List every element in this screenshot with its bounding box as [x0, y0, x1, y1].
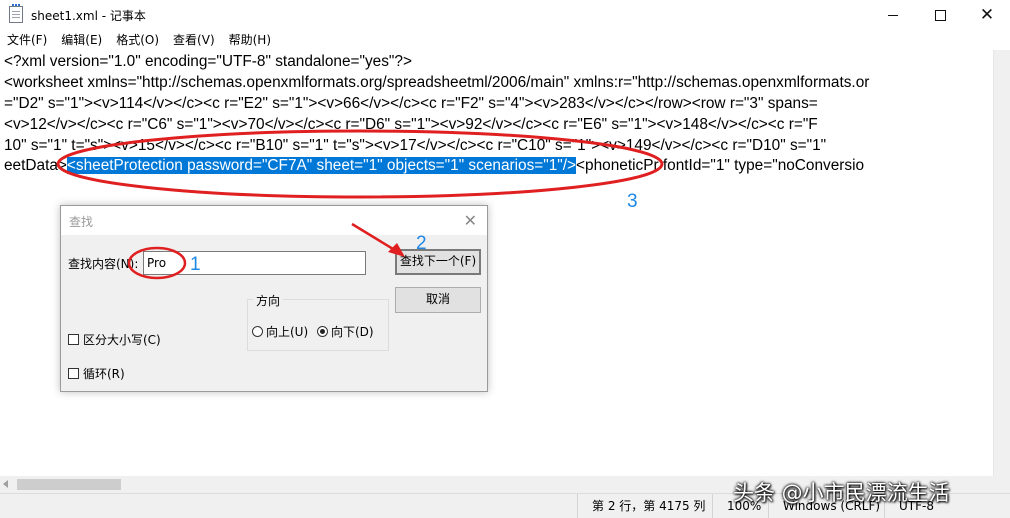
horizontal-scroll-thumb[interactable] — [17, 479, 121, 490]
match-case-checkbox[interactable] — [68, 334, 79, 345]
maximize-icon — [934, 9, 946, 21]
direction-title: 方向 — [253, 292, 284, 309]
find-next-button[interactable]: 查找下一个(F) — [395, 249, 481, 275]
annotation-number-3: 3 — [627, 191, 638, 212]
editor-line: <v>12</v></c><c r="C6" s="1"><v>70</v></… — [4, 116, 818, 133]
direction-up-option[interactable]: 向上(U) — [252, 323, 308, 340]
dialog-title-bar: 查找 ✕ — [61, 206, 487, 235]
line-text-before: eetData> — [4, 157, 67, 174]
find-what-label: 查找内容(N): — [68, 257, 139, 271]
menu-help[interactable]: 帮助(H) — [222, 30, 278, 50]
maximize-button[interactable] — [917, 0, 963, 30]
menu-bar: 文件(F) 编辑(E) 格式(O) 查看(V) 帮助(H) — [0, 30, 1010, 50]
menu-view[interactable]: 查看(V) — [166, 30, 222, 50]
editor-line: ="D2" s="1"><v>114</v></c><c r="E2" s="1… — [4, 95, 818, 112]
editor-line: <?xml version="1.0" encoding="UTF-8" sta… — [4, 53, 412, 70]
menu-edit[interactable]: 编辑(E) — [54, 30, 109, 50]
minimize-button[interactable] — [870, 0, 916, 30]
selected-text: <sheetProtection password="CF7A" sheet="… — [66, 157, 577, 174]
line-text-after: <phoneticPr fontId="1" type="noConversio — [576, 157, 865, 174]
editor-line-selected: eetData><sheetProtection password="CF7A"… — [4, 155, 864, 176]
close-icon: ✕ — [979, 4, 995, 25]
minimize-icon — [888, 14, 898, 16]
direction-down-option[interactable]: 向下(D) — [317, 323, 374, 340]
cursor-position: 第 2 行，第 4175 列 — [577, 494, 722, 518]
annotation-number-2: 2 — [416, 233, 427, 254]
menu-file[interactable]: 文件(F) — [0, 30, 54, 50]
match-case-option[interactable]: 区分大小写(C) — [68, 331, 161, 348]
annotation-number-1: 1 — [190, 254, 201, 275]
scroll-corner — [993, 476, 1010, 493]
find-what-input[interactable] — [143, 251, 366, 275]
editor-line: 10" s="1" t="s"><v>15</v></c><c r="B10" … — [4, 137, 827, 154]
title-bar: sheet1.xml - 记事本 ✕ — [0, 0, 1010, 30]
scroll-left-icon[interactable] — [3, 480, 8, 488]
editor-line: <worksheet xmlns="http://schemas.openxml… — [4, 74, 870, 91]
direction-down-label: 向下(D) — [331, 325, 374, 339]
wrap-around-option[interactable]: 循环(R) — [68, 365, 125, 382]
radio-down[interactable] — [317, 326, 328, 337]
watermark: 头条 @小市民漂流生活 — [733, 481, 950, 505]
cancel-button[interactable]: 取消 — [395, 287, 481, 313]
wrap-around-checkbox[interactable] — [68, 368, 79, 379]
close-button[interactable]: ✕ — [964, 0, 1010, 30]
dialog-title: 查找 — [69, 215, 94, 229]
match-case-label: 区分大小写(C) — [83, 333, 161, 347]
dialog-close-icon[interactable]: ✕ — [464, 211, 477, 230]
window-title: sheet1.xml - 记事本 — [31, 9, 146, 23]
menu-format[interactable]: 格式(O) — [109, 30, 166, 50]
direction-up-label: 向上(U) — [266, 325, 309, 339]
direction-group: 方向 向上(U) 向下(D) — [247, 292, 389, 351]
radio-up[interactable] — [252, 326, 263, 337]
wrap-around-label: 循环(R) — [83, 367, 125, 381]
notepad-icon — [9, 4, 23, 23]
vertical-scrollbar[interactable] — [993, 50, 1010, 476]
